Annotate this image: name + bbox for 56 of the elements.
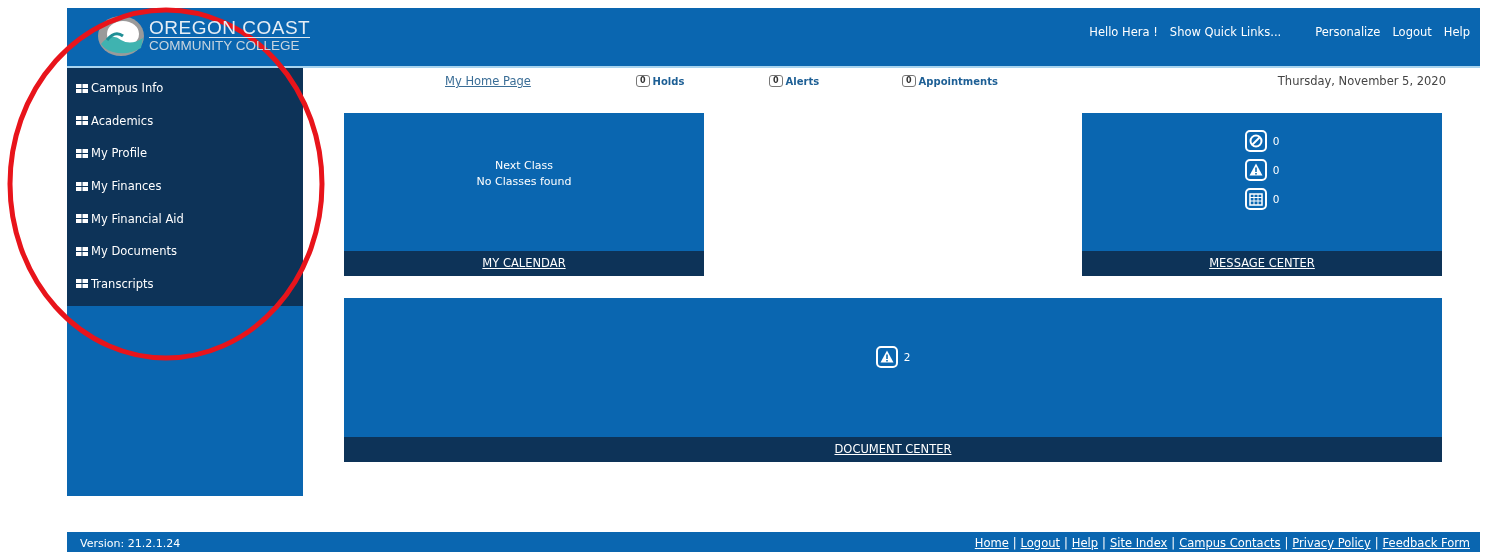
sidebar-item[interactable]: My Finances [67,169,303,203]
warning-icon [1244,159,1267,181]
count-text: 2 [903,351,911,363]
footer-link[interactable]: Logout [1020,534,1060,552]
counter-link[interactable]: 0 Holds [636,75,769,87]
prohibited-icon [1244,130,1267,152]
counter-link[interactable]: 0 Alerts [769,75,902,87]
wave-logo-icon [97,14,145,58]
warning-icon [875,346,898,368]
sidebar-item[interactable]: My Profile [67,137,303,170]
grid-icon [76,214,88,224]
count-text: 0 [1272,135,1280,147]
footer-link[interactable]: Privacy Policy [1292,534,1371,552]
footer-link[interactable]: Campus Contacts [1179,534,1281,552]
count-bubble: 0 [902,75,916,87]
date-text: Thursday, November 5, 2020 [1277,74,1446,88]
counter-link[interactable]: 0 Appointments [902,75,1035,87]
sidebar-item[interactable]: My Financial Aid [67,202,303,235]
header-link[interactable]: Show Quick Links... [1169,25,1282,39]
separator-text: | [1102,535,1106,552]
logo-title: OREGON COAST [149,18,311,38]
home-page-link[interactable]: My Home Page [445,74,636,88]
separator-text: | [1284,535,1289,552]
no-classes-text: No Classes found [476,174,572,190]
version-text: Version: 21.2.1.24 [80,536,181,552]
sidebar-item[interactable]: Academics [67,104,303,138]
sidebar-item[interactable]: Transcripts [67,267,303,301]
my-calendar-link[interactable]: MY CALENDAR [344,251,704,276]
calendar-icon [1244,188,1267,210]
count-bubble: 0 [769,75,783,87]
footer-link[interactable]: Site Index [1109,534,1168,552]
footer-link[interactable]: Feedback Form [1382,534,1470,552]
header-link[interactable]: Personalize [1315,25,1381,39]
grid-icon [76,246,88,256]
grid-icon [76,149,88,158]
sidebar-item[interactable]: Campus Info [67,72,303,105]
count-bubble: 0 [636,75,650,87]
separator-text: | [1374,535,1379,552]
separator-text: | [1012,535,1017,552]
next-class-heading: Next Class [494,158,554,174]
grid-icon [76,116,88,126]
count-text: 0 [1272,193,1280,205]
greeting-text: Hello Hera ! [1089,25,1158,39]
header-link[interactable]: Help [1443,25,1470,39]
document-center-link[interactable]: DOCUMENT CENTER [344,437,1442,462]
grid-icon [76,181,88,191]
count-text: 0 [1272,164,1280,176]
message-center-link[interactable]: MESSAGE CENTER [1082,251,1442,276]
separator-text: | [1064,535,1068,552]
footer-link[interactable]: Help [1071,534,1099,552]
grid-icon [76,279,88,289]
grid-icon [76,83,88,93]
separator-text: | [1171,535,1176,552]
footer-link[interactable]: Home [974,534,1009,552]
header-link[interactable]: Logout [1392,25,1432,39]
sidebar-item[interactable]: My Documents [67,234,303,268]
